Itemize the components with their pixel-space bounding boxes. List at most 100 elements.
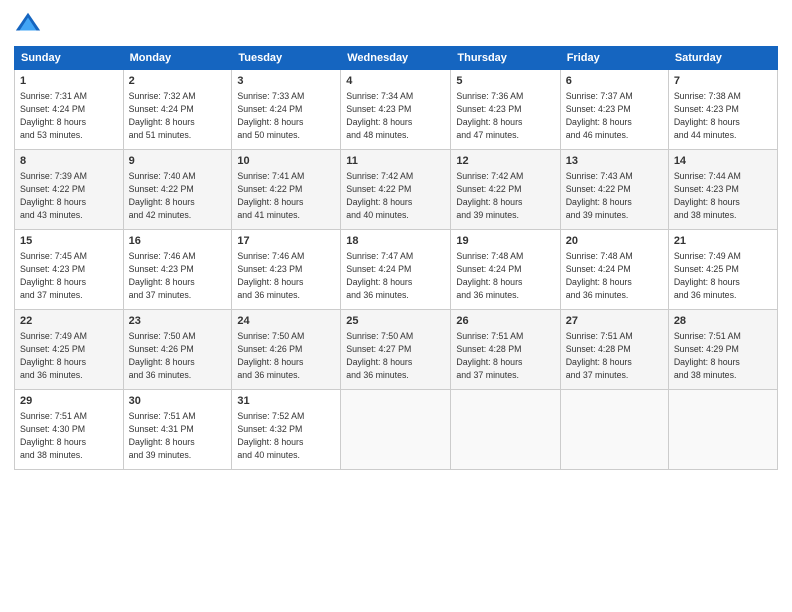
day-info: Sunrise: 7:47 AM Sunset: 4:24 PM Dayligh… — [346, 250, 445, 301]
day-info: Sunrise: 7:51 AM Sunset: 4:30 PM Dayligh… — [20, 410, 118, 461]
day-number: 30 — [129, 394, 227, 409]
day-number: 3 — [237, 74, 335, 89]
calendar-cell: 12Sunrise: 7:42 AM Sunset: 4:22 PM Dayli… — [451, 150, 560, 230]
day-number: 2 — [129, 74, 227, 89]
day-number: 22 — [20, 314, 118, 329]
calendar-cell: 3Sunrise: 7:33 AM Sunset: 4:24 PM Daylig… — [232, 70, 341, 150]
calendar-cell: 7Sunrise: 7:38 AM Sunset: 4:23 PM Daylig… — [668, 70, 777, 150]
calendar-cell: 19Sunrise: 7:48 AM Sunset: 4:24 PM Dayli… — [451, 230, 560, 310]
logo — [14, 10, 46, 38]
calendar-cell: 26Sunrise: 7:51 AM Sunset: 4:28 PM Dayli… — [451, 310, 560, 390]
calendar-week-row: 22Sunrise: 7:49 AM Sunset: 4:25 PM Dayli… — [15, 310, 778, 390]
day-number: 18 — [346, 234, 445, 249]
weekday-header-monday: Monday — [123, 47, 232, 70]
calendar-cell: 28Sunrise: 7:51 AM Sunset: 4:29 PM Dayli… — [668, 310, 777, 390]
day-info: Sunrise: 7:32 AM Sunset: 4:24 PM Dayligh… — [129, 90, 227, 141]
day-number: 16 — [129, 234, 227, 249]
calendar-cell: 11Sunrise: 7:42 AM Sunset: 4:22 PM Dayli… — [341, 150, 451, 230]
weekday-header-tuesday: Tuesday — [232, 47, 341, 70]
day-info: Sunrise: 7:51 AM Sunset: 4:31 PM Dayligh… — [129, 410, 227, 461]
weekday-row: SundayMondayTuesdayWednesdayThursdayFrid… — [15, 47, 778, 70]
calendar-cell: 22Sunrise: 7:49 AM Sunset: 4:25 PM Dayli… — [15, 310, 124, 390]
calendar-cell: 18Sunrise: 7:47 AM Sunset: 4:24 PM Dayli… — [341, 230, 451, 310]
day-info: Sunrise: 7:43 AM Sunset: 4:22 PM Dayligh… — [566, 170, 663, 221]
day-info: Sunrise: 7:37 AM Sunset: 4:23 PM Dayligh… — [566, 90, 663, 141]
day-number: 10 — [237, 154, 335, 169]
day-number: 8 — [20, 154, 118, 169]
day-info: Sunrise: 7:51 AM Sunset: 4:29 PM Dayligh… — [674, 330, 772, 381]
calendar-cell: 5Sunrise: 7:36 AM Sunset: 4:23 PM Daylig… — [451, 70, 560, 150]
calendar-cell: 14Sunrise: 7:44 AM Sunset: 4:23 PM Dayli… — [668, 150, 777, 230]
day-info: Sunrise: 7:40 AM Sunset: 4:22 PM Dayligh… — [129, 170, 227, 221]
day-number: 11 — [346, 154, 445, 169]
header — [14, 10, 778, 38]
day-info: Sunrise: 7:51 AM Sunset: 4:28 PM Dayligh… — [566, 330, 663, 381]
calendar-cell: 16Sunrise: 7:46 AM Sunset: 4:23 PM Dayli… — [123, 230, 232, 310]
day-info: Sunrise: 7:50 AM Sunset: 4:26 PM Dayligh… — [237, 330, 335, 381]
calendar-cell: 24Sunrise: 7:50 AM Sunset: 4:26 PM Dayli… — [232, 310, 341, 390]
day-info: Sunrise: 7:48 AM Sunset: 4:24 PM Dayligh… — [456, 250, 554, 301]
day-number: 9 — [129, 154, 227, 169]
weekday-header-wednesday: Wednesday — [341, 47, 451, 70]
calendar-cell: 6Sunrise: 7:37 AM Sunset: 4:23 PM Daylig… — [560, 70, 668, 150]
day-number: 17 — [237, 234, 335, 249]
day-number: 13 — [566, 154, 663, 169]
day-info: Sunrise: 7:50 AM Sunset: 4:26 PM Dayligh… — [129, 330, 227, 381]
day-number: 23 — [129, 314, 227, 329]
day-number: 20 — [566, 234, 663, 249]
calendar-week-row: 29Sunrise: 7:51 AM Sunset: 4:30 PM Dayli… — [15, 390, 778, 470]
calendar-table: SundayMondayTuesdayWednesdayThursdayFrid… — [14, 46, 778, 470]
day-info: Sunrise: 7:42 AM Sunset: 4:22 PM Dayligh… — [456, 170, 554, 221]
day-info: Sunrise: 7:44 AM Sunset: 4:23 PM Dayligh… — [674, 170, 772, 221]
day-number: 28 — [674, 314, 772, 329]
weekday-header-saturday: Saturday — [668, 47, 777, 70]
day-info: Sunrise: 7:52 AM Sunset: 4:32 PM Dayligh… — [237, 410, 335, 461]
calendar-cell: 20Sunrise: 7:48 AM Sunset: 4:24 PM Dayli… — [560, 230, 668, 310]
day-number: 25 — [346, 314, 445, 329]
day-info: Sunrise: 7:33 AM Sunset: 4:24 PM Dayligh… — [237, 90, 335, 141]
day-info: Sunrise: 7:31 AM Sunset: 4:24 PM Dayligh… — [20, 90, 118, 141]
day-info: Sunrise: 7:46 AM Sunset: 4:23 PM Dayligh… — [129, 250, 227, 301]
calendar-week-row: 8Sunrise: 7:39 AM Sunset: 4:22 PM Daylig… — [15, 150, 778, 230]
calendar-cell: 8Sunrise: 7:39 AM Sunset: 4:22 PM Daylig… — [15, 150, 124, 230]
day-number: 26 — [456, 314, 554, 329]
day-info: Sunrise: 7:49 AM Sunset: 4:25 PM Dayligh… — [20, 330, 118, 381]
day-info: Sunrise: 7:50 AM Sunset: 4:27 PM Dayligh… — [346, 330, 445, 381]
weekday-header-thursday: Thursday — [451, 47, 560, 70]
day-info: Sunrise: 7:42 AM Sunset: 4:22 PM Dayligh… — [346, 170, 445, 221]
day-info: Sunrise: 7:46 AM Sunset: 4:23 PM Dayligh… — [237, 250, 335, 301]
calendar-container: SundayMondayTuesdayWednesdayThursdayFrid… — [0, 0, 792, 612]
day-number: 27 — [566, 314, 663, 329]
day-info: Sunrise: 7:49 AM Sunset: 4:25 PM Dayligh… — [674, 250, 772, 301]
calendar-week-row: 15Sunrise: 7:45 AM Sunset: 4:23 PM Dayli… — [15, 230, 778, 310]
day-number: 31 — [237, 394, 335, 409]
day-info: Sunrise: 7:48 AM Sunset: 4:24 PM Dayligh… — [566, 250, 663, 301]
calendar-cell — [451, 390, 560, 470]
day-number: 14 — [674, 154, 772, 169]
day-info: Sunrise: 7:38 AM Sunset: 4:23 PM Dayligh… — [674, 90, 772, 141]
day-info: Sunrise: 7:51 AM Sunset: 4:28 PM Dayligh… — [456, 330, 554, 381]
weekday-header-sunday: Sunday — [15, 47, 124, 70]
day-number: 5 — [456, 74, 554, 89]
calendar-body: 1Sunrise: 7:31 AM Sunset: 4:24 PM Daylig… — [15, 70, 778, 470]
calendar-cell: 29Sunrise: 7:51 AM Sunset: 4:30 PM Dayli… — [15, 390, 124, 470]
day-info: Sunrise: 7:41 AM Sunset: 4:22 PM Dayligh… — [237, 170, 335, 221]
calendar-cell: 4Sunrise: 7:34 AM Sunset: 4:23 PM Daylig… — [341, 70, 451, 150]
calendar-cell: 15Sunrise: 7:45 AM Sunset: 4:23 PM Dayli… — [15, 230, 124, 310]
weekday-header-friday: Friday — [560, 47, 668, 70]
calendar-cell: 25Sunrise: 7:50 AM Sunset: 4:27 PM Dayli… — [341, 310, 451, 390]
calendar-cell: 9Sunrise: 7:40 AM Sunset: 4:22 PM Daylig… — [123, 150, 232, 230]
day-info: Sunrise: 7:39 AM Sunset: 4:22 PM Dayligh… — [20, 170, 118, 221]
calendar-cell: 1Sunrise: 7:31 AM Sunset: 4:24 PM Daylig… — [15, 70, 124, 150]
calendar-week-row: 1Sunrise: 7:31 AM Sunset: 4:24 PM Daylig… — [15, 70, 778, 150]
day-number: 21 — [674, 234, 772, 249]
day-number: 29 — [20, 394, 118, 409]
day-number: 7 — [674, 74, 772, 89]
logo-icon — [14, 10, 42, 38]
calendar-cell: 10Sunrise: 7:41 AM Sunset: 4:22 PM Dayli… — [232, 150, 341, 230]
calendar-cell: 13Sunrise: 7:43 AM Sunset: 4:22 PM Dayli… — [560, 150, 668, 230]
calendar-cell — [560, 390, 668, 470]
day-info: Sunrise: 7:34 AM Sunset: 4:23 PM Dayligh… — [346, 90, 445, 141]
day-number: 24 — [237, 314, 335, 329]
day-number: 6 — [566, 74, 663, 89]
